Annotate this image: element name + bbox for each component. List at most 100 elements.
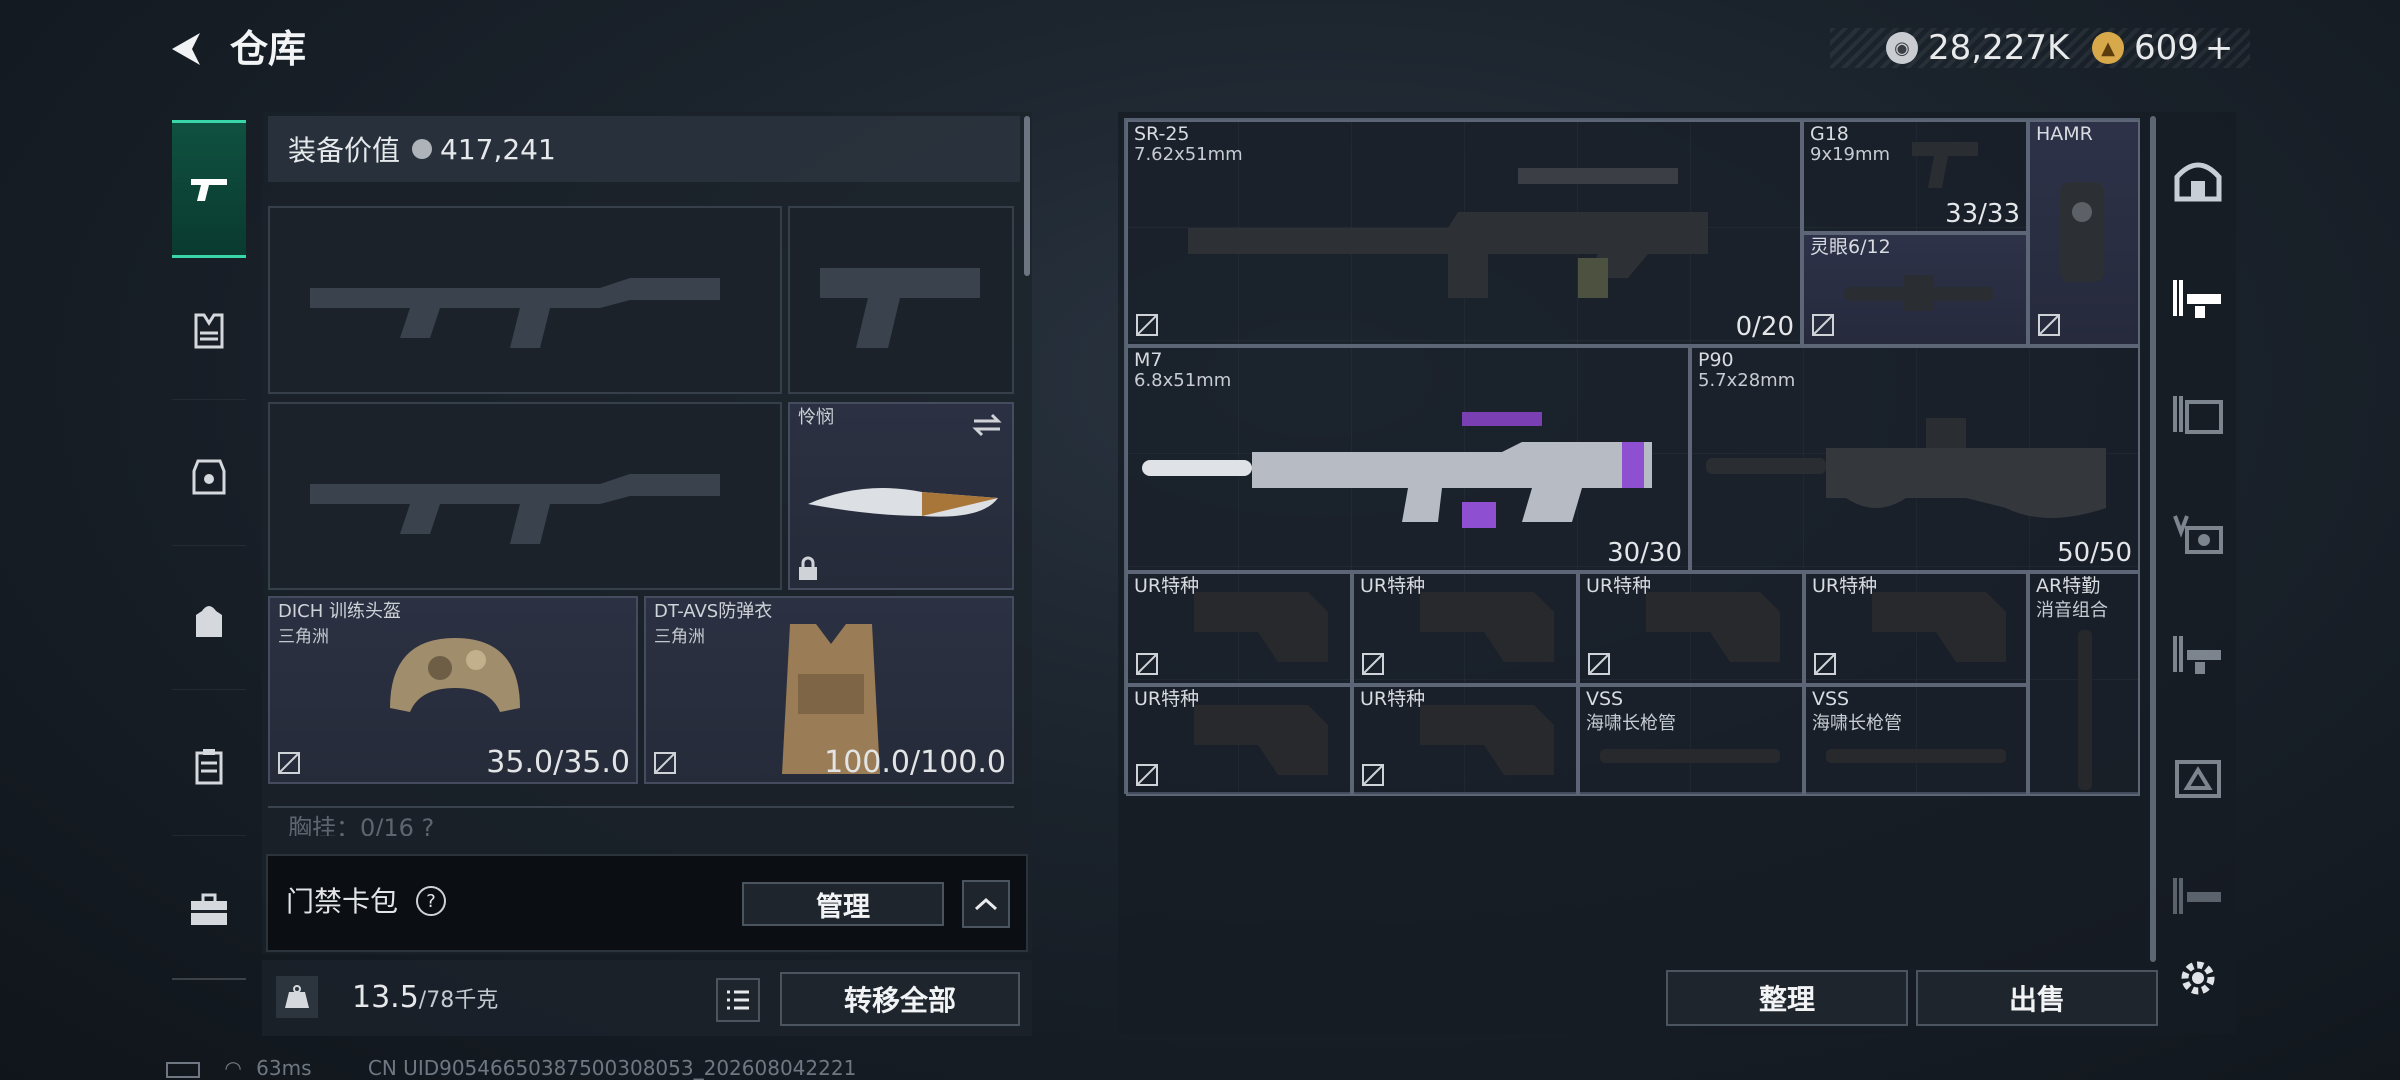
sort-button[interactable]: 整理 (1666, 970, 1908, 1026)
settings-button[interactable] (2168, 948, 2228, 1008)
item-name: SR-25 (1134, 123, 1190, 145)
stash-item-stock[interactable]: UR特种 (1578, 572, 1804, 685)
silver-coin-icon: ◉ (1886, 32, 1918, 64)
gear-icon (2181, 961, 2215, 995)
item-name: P90 (1698, 349, 1734, 371)
karambit-knife-icon (808, 488, 998, 517)
item-name: HAMR (2036, 123, 2093, 145)
equipment-value-label: 装备价值 (288, 134, 401, 167)
sell-button[interactable]: 出售 (1916, 970, 2158, 1026)
item-caliber: 海啸长枪管 (1586, 713, 1676, 734)
manage-button[interactable]: 管理 (742, 882, 944, 926)
stash-item-g18[interactable]: G18 9x19mm 33/33 (1802, 120, 2028, 233)
stash-item-stock[interactable]: UR特种 (1352, 685, 1578, 796)
armor-icon (192, 459, 226, 494)
unsecured-icon (1812, 314, 1834, 336)
sidearm-slot[interactable] (788, 206, 1014, 394)
unsecured-icon (1136, 764, 1158, 786)
rail-weapons[interactable] (172, 120, 246, 258)
stash-item-barrel[interactable]: VSS 海啸长枪管 (1804, 685, 2028, 796)
stash-tab-main[interactable] (2168, 150, 2228, 210)
item-ammo: 50/50 (2057, 538, 2132, 568)
gold-coin-icon: ▲ (2092, 32, 2124, 64)
stash-page-6-icon (2175, 760, 2221, 798)
suppressor-icon (2078, 630, 2092, 790)
stash-page-4-icon (2173, 515, 2223, 554)
item-name: G18 (1810, 123, 1849, 145)
stock-icon (1646, 592, 1780, 662)
battery-icon (166, 1061, 200, 1078)
stock-icon (1420, 592, 1554, 662)
chest-rig-row[interactable]: 胸挂：0/16 ? (268, 806, 1014, 836)
loadout-scrollbar[interactable] (1024, 116, 1030, 276)
weight-max: /78千克 (418, 988, 499, 1013)
unsecured-icon (278, 752, 300, 774)
pistol-icon (191, 179, 227, 201)
toolbox-icon (191, 893, 227, 925)
item-name: VSS (1586, 688, 1624, 710)
rail-vest[interactable] (172, 262, 246, 400)
collapse-button[interactable] (962, 880, 1010, 928)
helmet-name: DICH 训练头盔 (278, 601, 401, 622)
item-ammo: 0/20 (1735, 312, 1794, 342)
stash-item-m7[interactable]: M7 6.8x51mm 30/30 (1126, 346, 1690, 572)
helmet-slot[interactable]: DICH 训练头盔 三角洲 35.0/35.0 (268, 596, 638, 784)
stash-item-stock[interactable]: UR特种 (1126, 685, 1352, 796)
primary-weapon-slot[interactable] (268, 206, 782, 394)
stash-item-hamr[interactable]: HAMR (2028, 120, 2140, 346)
add-gold-button[interactable]: + (2205, 28, 2234, 68)
transfer-all-button[interactable]: 转移全部 (780, 972, 1020, 1026)
m7-rifle-icon (1142, 412, 1652, 528)
item-ammo: 30/30 (1607, 538, 1682, 568)
silver-amount: 28,227K (1928, 28, 2070, 68)
stash-tab-7[interactable] (2168, 866, 2228, 926)
stash-tab-5[interactable] (2168, 624, 2228, 684)
rail-case[interactable] (172, 698, 246, 836)
melee-slot[interactable]: 怜悯 (788, 402, 1014, 590)
equipment-value: 417,241 (440, 132, 556, 166)
stash-item-p90[interactable]: P90 5.7x28mm 50/50 (1690, 346, 2140, 572)
stash-page-3-icon (2173, 396, 2223, 434)
armor-slot[interactable]: DT-AVS防弹衣 三角洲 100.0/100.0 (644, 596, 1014, 784)
help-icon[interactable]: ? (416, 886, 446, 916)
barrel-icon (1600, 749, 1780, 763)
unsecured-icon (1362, 653, 1384, 675)
back-button[interactable] (160, 24, 210, 74)
stash-item-scope-6-12[interactable]: 灵眼6/12 (1802, 233, 2028, 346)
secondary-weapon-slot[interactable] (268, 402, 782, 590)
stash-tab-2[interactable] (2168, 268, 2228, 328)
rail-toolbox[interactable] (172, 842, 246, 980)
unsecured-icon (1136, 314, 1158, 336)
unsecured-icon (1814, 653, 1836, 675)
stash-item-barrel[interactable]: VSS 海啸长枪管 (1578, 685, 1804, 796)
gold-currency[interactable]: ▲ 609 + (2092, 22, 2233, 74)
helmet-durability: 35.0/35.0 (486, 745, 630, 780)
rail-backpack[interactable] (172, 552, 246, 690)
rifle-silhouette-icon (310, 474, 720, 544)
carry-weight: 13.5/78千克 (352, 980, 498, 1015)
stock-icon (1194, 592, 1328, 662)
list-view-button[interactable] (716, 978, 760, 1022)
item-name: AR特勤 (2036, 575, 2101, 597)
stash-item-stock[interactable]: UR特种 (1352, 572, 1578, 685)
stash-item-sr25[interactable]: SR-25 7.62x51mm 0/20 (1126, 120, 1802, 346)
stash-page-5-icon (2173, 636, 2221, 674)
stash-item-ar-suppressor[interactable]: AR特勤 消音组合 (2028, 572, 2140, 796)
item-caliber: 消音组合 (2036, 600, 2108, 621)
stash-item-stock[interactable]: UR特种 (1804, 572, 2028, 685)
stash-tab-4[interactable] (2168, 504, 2228, 564)
chevron-up-icon (974, 897, 998, 911)
rail-armor[interactable] (172, 408, 246, 546)
armor-name: DT-AVS防弹衣 (654, 601, 773, 622)
stash-item-stock[interactable]: UR特种 (1126, 572, 1352, 685)
stash-tab-3[interactable] (2168, 384, 2228, 444)
swap-icon[interactable] (970, 412, 1004, 438)
silver-coin-icon (412, 139, 433, 159)
rifle-silhouette-icon (310, 278, 720, 348)
stash-scrollbar[interactable] (2150, 116, 2156, 962)
scope-icon (2060, 182, 2104, 282)
keycard-label: 门禁卡包 (286, 885, 399, 918)
stash-tab-6[interactable] (2168, 748, 2228, 808)
helmet-icon (390, 638, 520, 712)
safe-case-icon (195, 748, 223, 784)
